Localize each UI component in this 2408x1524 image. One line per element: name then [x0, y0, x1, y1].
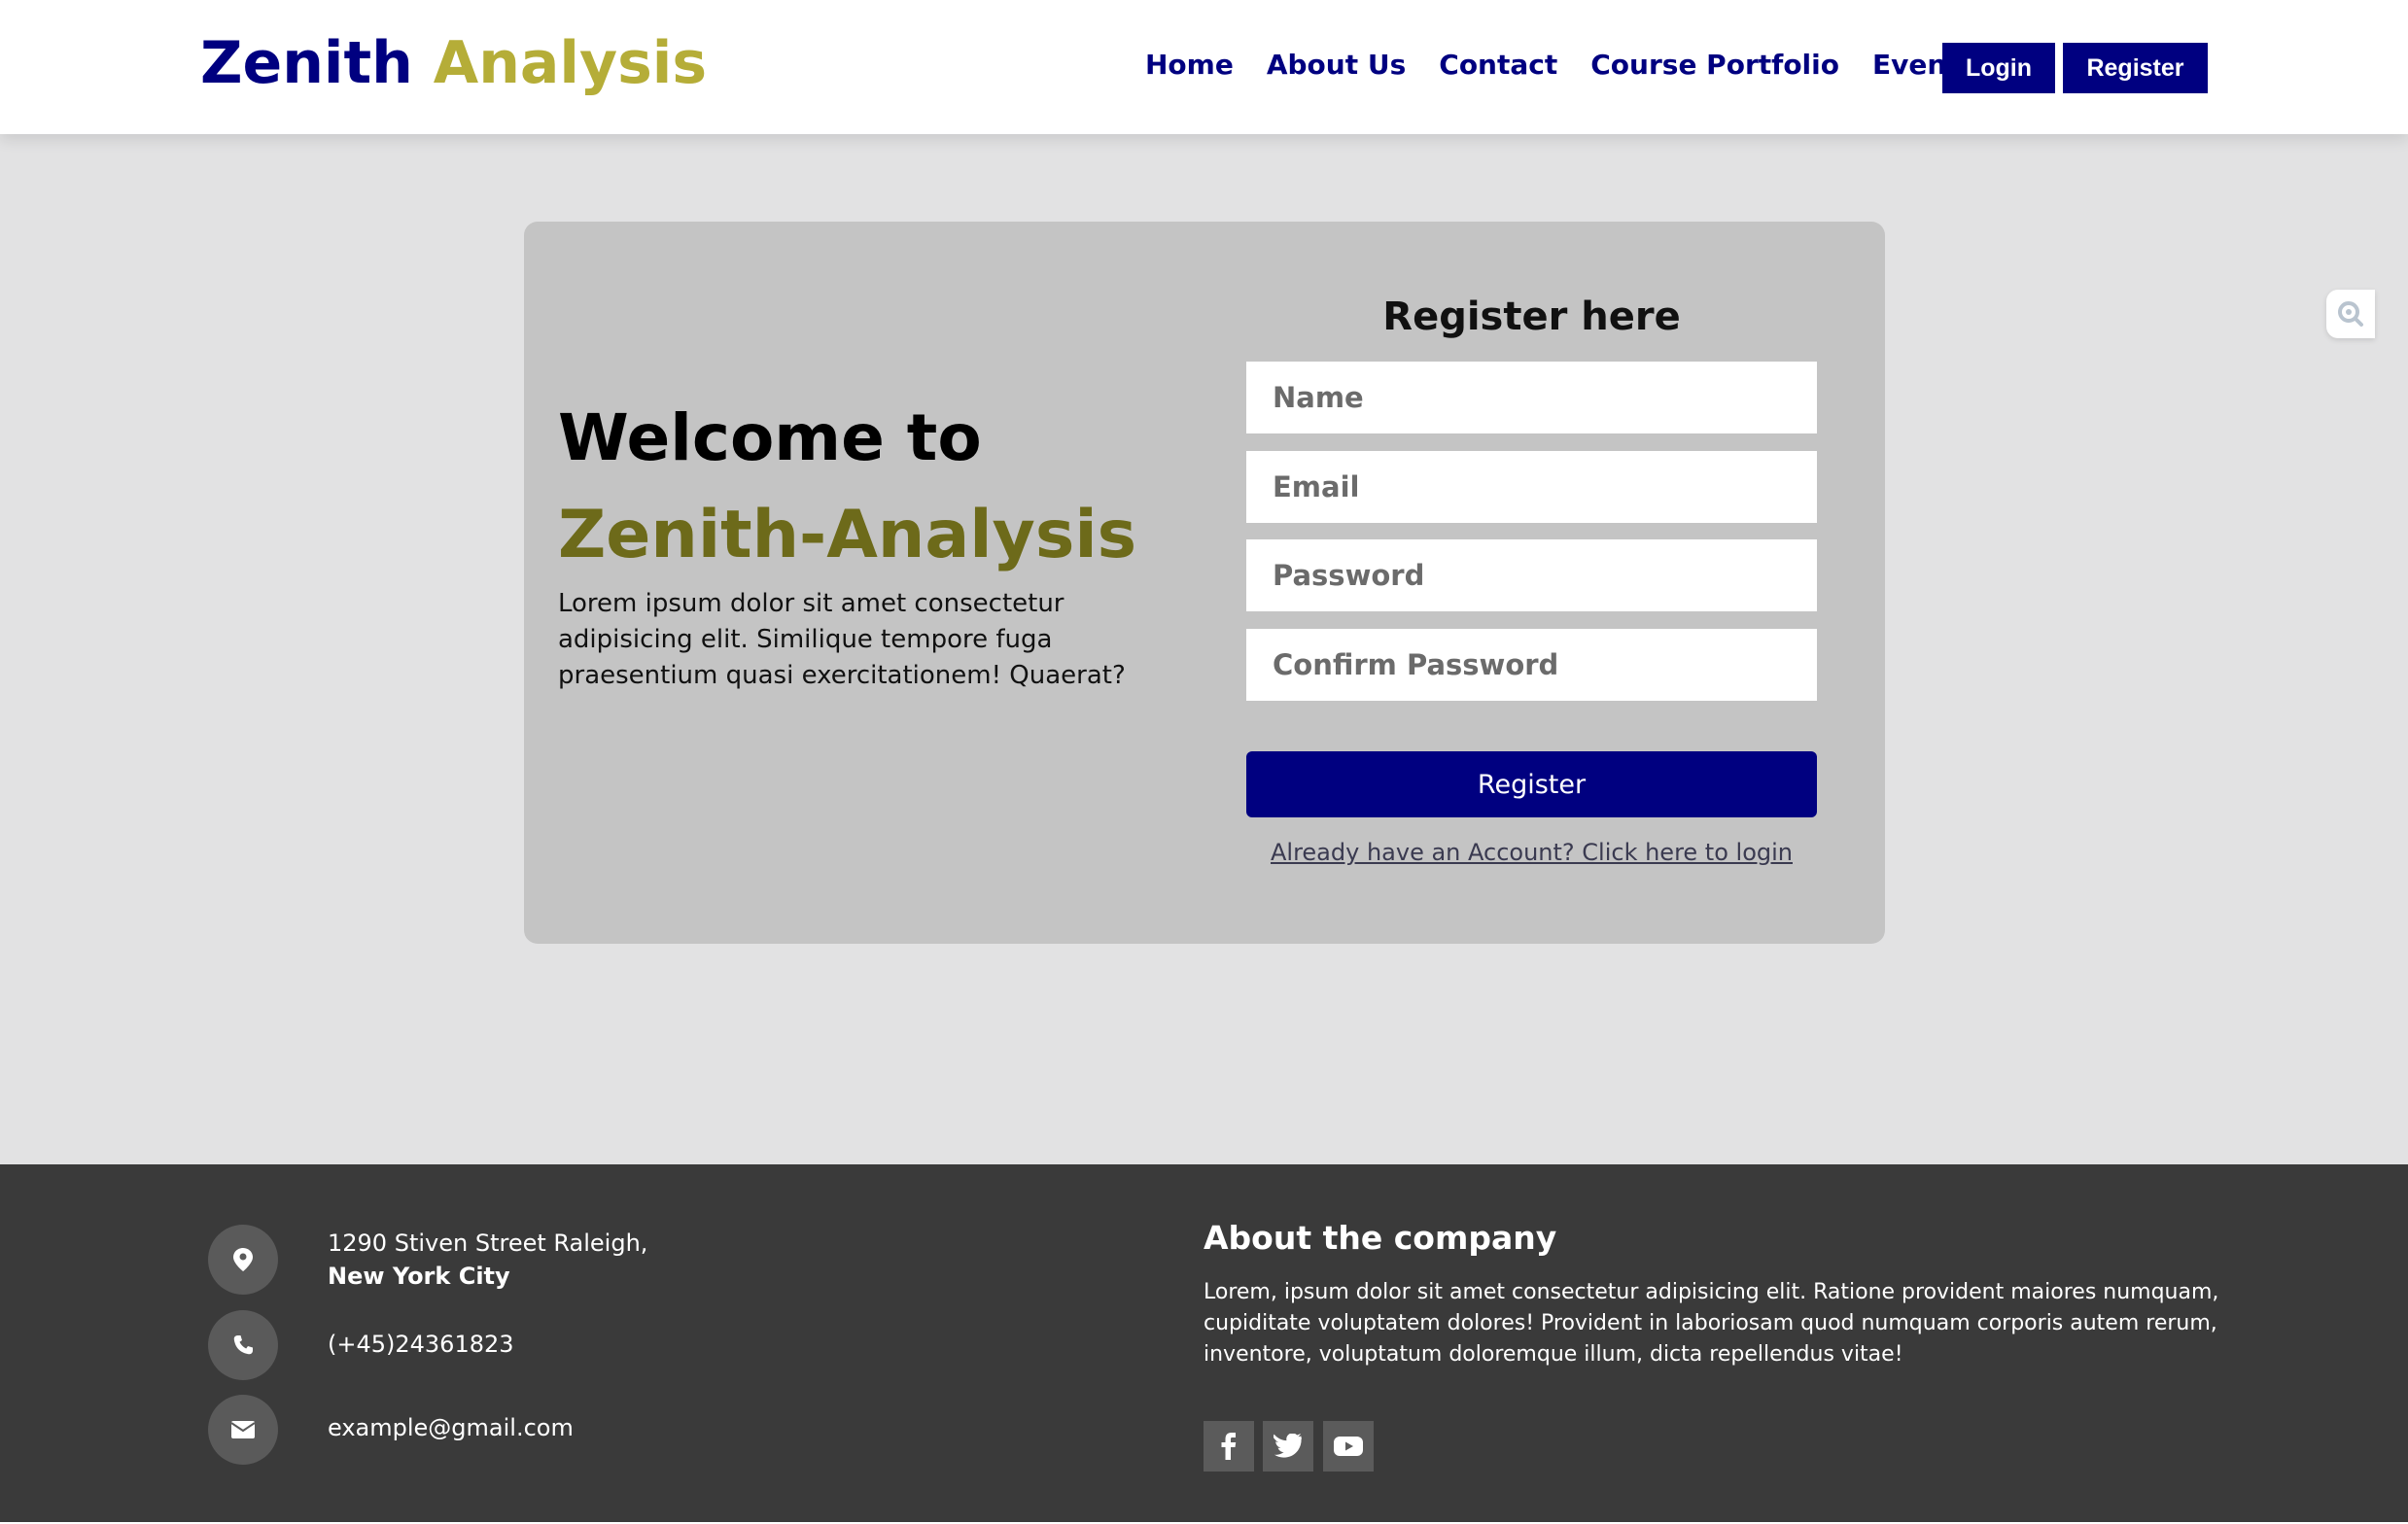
facebook-link[interactable]: [1204, 1421, 1254, 1472]
search-icon: [2338, 301, 2363, 327]
about-company-text: Lorem, ipsum dolor sit amet consectetur …: [1204, 1280, 2219, 1367]
twitter-icon: [1274, 1434, 1302, 1458]
header-login-button[interactable]: Login: [1942, 43, 2055, 93]
register-form-title: Register here: [1382, 294, 1681, 339]
email-input[interactable]: [1246, 451, 1817, 523]
youtube-link[interactable]: [1323, 1421, 1374, 1472]
logo-part1: Zenith: [200, 29, 413, 97]
location-pin-icon: [233, 1248, 253, 1271]
confirm-password-input[interactable]: [1246, 629, 1817, 701]
name-input[interactable]: [1246, 362, 1817, 433]
brand-heading: Zenith-Analysis: [558, 497, 1137, 573]
floating-search-widget[interactable]: [2326, 290, 2375, 338]
intro-text: Lorem ipsum dolor sit amet consectetur a…: [558, 589, 1126, 690]
nav-contact[interactable]: Contact: [1439, 49, 1557, 81]
email-address[interactable]: example@gmail.com: [328, 1411, 574, 1444]
welcome-heading: Welcome to: [558, 400, 982, 475]
phone-icon-badge: [208, 1310, 278, 1380]
phone-icon: [233, 1335, 253, 1355]
nav-home[interactable]: Home: [1145, 49, 1234, 81]
site-footer: 1290 Stiven Street Raleigh, New York Cit…: [0, 1164, 2408, 1524]
login-link[interactable]: Already have an Account? Click here to l…: [1246, 839, 1817, 866]
register-submit-button[interactable]: Register: [1246, 751, 1817, 817]
phone-number: (+45)24361823: [328, 1331, 514, 1358]
twitter-link[interactable]: [1263, 1421, 1313, 1472]
nav-course-portfolio[interactable]: Course Portfolio: [1590, 49, 1839, 81]
main-nav: Home About Us Contact Course Portfolio E…: [1145, 49, 1993, 81]
register-card: Welcome to Zenith-Analysis Lorem ipsum d…: [524, 222, 1885, 944]
site-header: Zenith Analysis Home About Us Contact Co…: [0, 0, 2408, 134]
about-company-title: About the company: [1204, 1219, 1557, 1257]
email-icon-badge: [208, 1395, 278, 1465]
envelope-icon: [230, 1421, 256, 1438]
nav-about-us[interactable]: About Us: [1267, 49, 1406, 81]
password-input[interactable]: [1246, 539, 1817, 611]
address-line1: 1290 Stiven Street Raleigh,: [328, 1230, 648, 1257]
youtube-icon: [1334, 1437, 1363, 1456]
logo-part2: Analysis: [433, 29, 708, 97]
header-register-button[interactable]: Register: [2063, 43, 2208, 93]
facebook-icon: [1221, 1433, 1237, 1460]
location-icon-badge: [208, 1225, 278, 1295]
address-line2: New York City: [328, 1263, 510, 1290]
site-logo[interactable]: Zenith Analysis: [200, 29, 707, 97]
